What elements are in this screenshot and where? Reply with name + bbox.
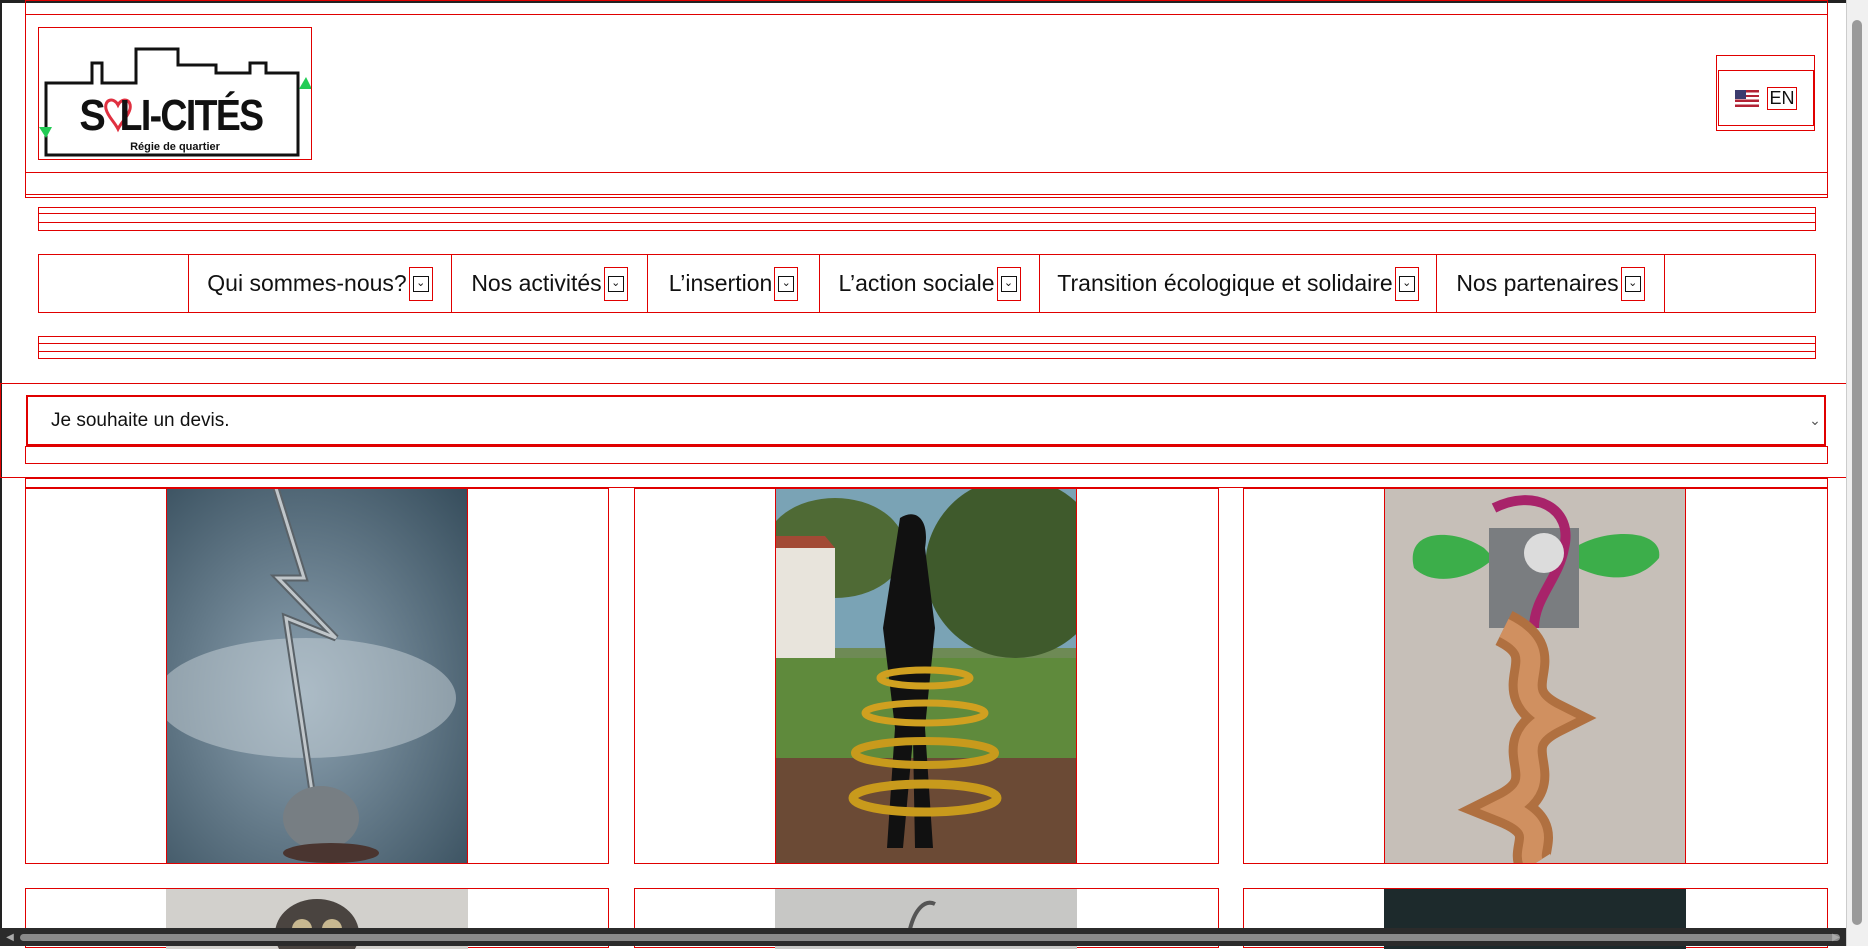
nav-item-qui-sommes-nous[interactable]: Qui sommes-nous? ⌄ bbox=[188, 254, 452, 313]
quote-section-divider bbox=[25, 446, 1828, 464]
chevron-down-icon[interactable]: ⌄ bbox=[774, 266, 799, 301]
nav-top-strip-inner bbox=[38, 213, 1816, 223]
twisted-wood-totem-sculpture-image[interactable] bbox=[1384, 488, 1686, 864]
nav-item-label: L’insertion bbox=[668, 270, 773, 296]
language-label: EN bbox=[1767, 86, 1797, 110]
nav-bottom-strip-inner bbox=[38, 343, 1816, 352]
nav-item-insertion[interactable]: L’insertion ⌄ bbox=[647, 254, 820, 313]
header-divider bbox=[25, 172, 1828, 195]
chevron-down-icon[interactable]: ⌄ bbox=[603, 266, 628, 301]
logo-tagline: Régie de quartier bbox=[130, 141, 221, 153]
nav-item-label: L’action sociale bbox=[838, 270, 995, 296]
green-arrow-down-icon bbox=[39, 127, 52, 138]
nav-item-label: Transition écologique et solidaire bbox=[1057, 270, 1393, 296]
logo-text-s: S bbox=[79, 90, 105, 139]
scroll-right-icon[interactable]: ▶ bbox=[1828, 928, 1844, 946]
nav-item-nos-activites[interactable]: Nos activités ⌄ bbox=[451, 254, 648, 313]
chevron-down-icon[interactable]: ⌄ bbox=[1806, 408, 1824, 432]
us-flag-icon bbox=[1735, 89, 1760, 107]
scroll-left-icon[interactable]: ◀ bbox=[2, 928, 18, 946]
chevron-down-icon[interactable]: ⌄ bbox=[408, 266, 433, 301]
chevron-down-icon[interactable]: ⌄ bbox=[1620, 266, 1645, 301]
nav-item-label: Qui sommes-nous? bbox=[207, 270, 407, 296]
nav-item-label: Nos partenaires bbox=[1456, 270, 1619, 296]
vertical-scrollbar-thumb[interactable] bbox=[1852, 20, 1862, 925]
green-arrow-up-icon bbox=[299, 77, 312, 89]
horizontal-scrollbar-thumb[interactable] bbox=[20, 934, 1840, 941]
chevron-down-icon[interactable]: ⌄ bbox=[1394, 266, 1419, 301]
nav-item-label: Nos activités bbox=[471, 270, 602, 296]
quote-select-value: Je souhaite un devis. bbox=[51, 409, 230, 431]
nav-item-nos-partenaires[interactable]: Nos partenaires ⌄ bbox=[1436, 254, 1665, 313]
logo-graphic: S LI-CITÉS Régie de quartier bbox=[39, 47, 312, 157]
site-logo[interactable]: S LI-CITÉS Régie de quartier bbox=[38, 27, 312, 160]
chevron-down-icon[interactable]: ⌄ bbox=[996, 266, 1021, 301]
mannequin-rings-sculpture-image[interactable] bbox=[775, 488, 1077, 864]
quote-request-select[interactable]: Je souhaite un devis. bbox=[26, 395, 1826, 446]
logo-text-rest: LI-CITÉS bbox=[120, 90, 265, 140]
nav-item-action-sociale[interactable]: L’action sociale ⌄ bbox=[819, 254, 1040, 313]
lightning-sculpture-image[interactable] bbox=[166, 488, 468, 864]
nav-item-transition-ecologique[interactable]: Transition écologique et solidaire ⌄ bbox=[1039, 254, 1437, 313]
gallery-divider bbox=[25, 478, 1828, 488]
language-switcher[interactable]: EN bbox=[1718, 70, 1814, 126]
